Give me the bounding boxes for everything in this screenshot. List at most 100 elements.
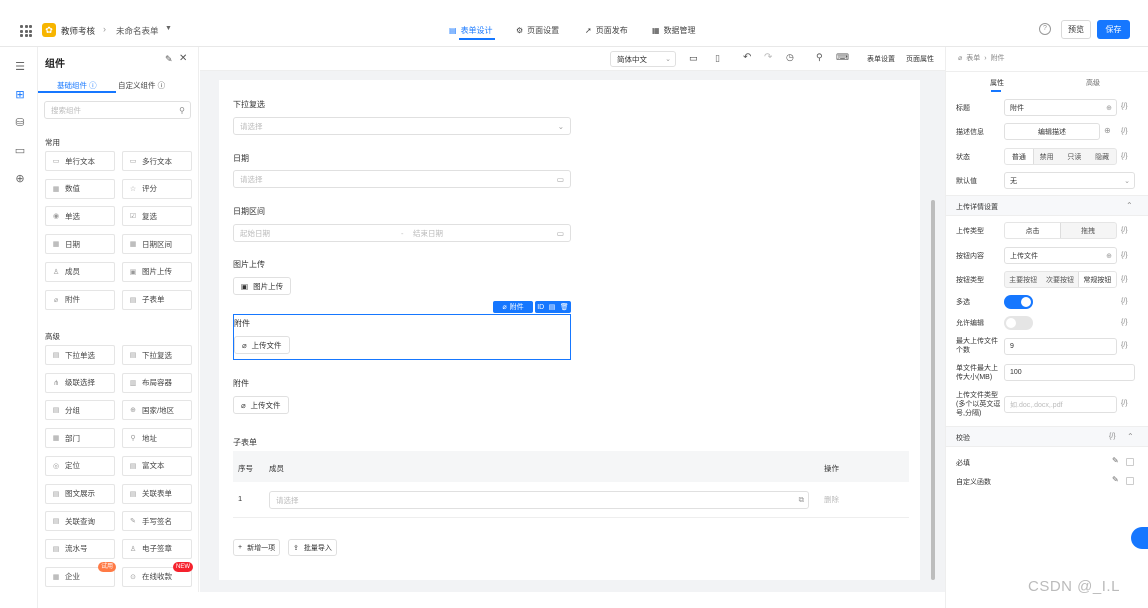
component-item[interactable]: ▤ 分组 — [45, 400, 115, 421]
tab-data-manage[interactable]: ▦ 数据管理 — [652, 25, 696, 36]
component-item[interactable]: ▣ 图片上传 — [122, 261, 192, 282]
component-item[interactable]: ⊕ 国家/地区 — [122, 400, 192, 421]
keyboard-icon[interactable]: ⌨ — [836, 52, 849, 63]
components-icon[interactable]: ⊞ — [14, 89, 26, 101]
language-select[interactable]: 简体中文 ⌄ — [610, 51, 676, 67]
fx-icon[interactable]: {/} — [1121, 276, 1128, 283]
history-icon[interactable]: ◷ — [786, 52, 794, 63]
component-item[interactable]: ▦ 数值 — [45, 178, 115, 199]
component-item[interactable]: ▤ 关联表单 — [122, 483, 192, 504]
tab-basic-components[interactable]: 基础组件 ⓘ — [57, 80, 97, 91]
state-disabled[interactable]: 禁用 — [1033, 149, 1061, 164]
fx-icon[interactable]: {/} — [1121, 153, 1128, 160]
close-icon[interactable]: ✕ — [179, 53, 187, 64]
tab-properties[interactable]: 属性 — [990, 78, 1004, 88]
batch-import-button[interactable]: ⇪ 批量导入 — [288, 539, 337, 556]
component-item[interactable]: ☆ 评分 — [122, 178, 192, 199]
edit-description-button[interactable]: 编辑描述 — [1004, 123, 1100, 140]
delete-icon[interactable]: 🗑 — [560, 303, 569, 311]
state-hidden[interactable]: 隐藏 — [1088, 149, 1116, 164]
edit-icon[interactable]: ✎ — [1112, 475, 1119, 484]
component-item[interactable]: ⋔ 级联选择 — [45, 372, 115, 393]
caret-down-icon[interactable]: ▼ — [165, 25, 172, 32]
fx-icon[interactable]: {/} — [1109, 433, 1116, 440]
help-icon[interactable]: ? — [1039, 23, 1051, 35]
component-item[interactable]: ▦ 企业 试用 — [45, 561, 116, 587]
upload-type-click[interactable]: 点击 — [1005, 223, 1061, 238]
pin-icon[interactable]: ✎ — [165, 54, 173, 65]
upload-type-drag[interactable]: 拖拽 — [1060, 223, 1116, 238]
component-item[interactable]: ⌀ 附件 — [45, 289, 115, 310]
save-button[interactable]: 保存 — [1097, 20, 1130, 39]
component-item[interactable]: ▦ 部门 — [45, 428, 115, 449]
fx-icon[interactable]: {/} — [1121, 227, 1128, 234]
form-name[interactable]: 未命名表单 — [116, 25, 159, 37]
fx-icon[interactable]: {/} — [1121, 298, 1128, 305]
desktop-view-icon[interactable]: ▭ — [689, 53, 698, 64]
component-item[interactable]: ▤ 下拉复选 — [122, 345, 192, 365]
fx-icon[interactable]: {/} — [1121, 400, 1128, 407]
section-header-validate[interactable]: 校验 {/} ⌃ — [946, 426, 1148, 447]
delete-row-link[interactable]: 删除 — [824, 494, 839, 505]
fx-icon[interactable]: {/} — [1121, 128, 1128, 135]
form-settings-link[interactable]: 表单设置 — [867, 54, 895, 64]
tab-page-settings[interactable]: ⚙ 页面设置 — [516, 25, 559, 36]
id-button[interactable]: ID — [537, 304, 544, 311]
component-item[interactable]: ▭ 多行文本 — [122, 151, 192, 171]
search-icon[interactable]: ⚲ — [816, 52, 823, 63]
required-checkbox[interactable] — [1126, 458, 1134, 466]
max-file-count-input[interactable]: 9 — [1004, 338, 1117, 355]
outline-icon[interactable]: ☰ — [14, 61, 26, 73]
attachment-upload-button[interactable]: ⌀ 上传文件 — [233, 396, 289, 414]
date-picker[interactable]: 请选择 ▭ — [233, 170, 571, 188]
tab-form-design[interactable]: ▤ 表单设计 — [449, 25, 493, 36]
component-item[interactable]: ⊙ 在线收款 NEW — [122, 561, 193, 587]
attachment-upload-button[interactable]: ⌀ 上传文件 — [234, 336, 290, 354]
component-item[interactable]: ▤ 流水号 — [45, 538, 115, 559]
fx-icon[interactable]: {/} — [1121, 103, 1128, 110]
add-row-button[interactable]: + 新增一项 — [233, 539, 281, 556]
button-type-normal[interactable]: 常规按钮 — [1078, 272, 1116, 287]
mobile-view-icon[interactable]: ▯ — [715, 53, 720, 64]
dropdown-multi-select[interactable]: 请选择 ⌄ — [233, 117, 571, 135]
component-item[interactable]: ☑ 复选 — [122, 206, 192, 227]
component-item[interactable]: ◎ 定位 — [45, 455, 115, 476]
fx-icon[interactable]: {/} — [1121, 252, 1128, 259]
date-range-picker[interactable]: 起始日期 - 结束日期 ▭ — [233, 224, 571, 242]
component-item[interactable]: ♙ 成员 — [45, 261, 115, 282]
component-search-input[interactable]: 搜索组件 ⚲ — [44, 101, 191, 119]
component-item[interactable]: ⚲ 地址 — [122, 428, 192, 449]
component-item[interactable]: ▭ 单行文本 — [45, 151, 115, 171]
tab-custom-components[interactable]: 自定义组件 ⓘ — [118, 80, 165, 91]
component-item[interactable]: ▤ 关联查询 — [45, 511, 115, 532]
state-readonly[interactable]: 只读 — [1061, 149, 1089, 164]
component-item[interactable]: ♙ 电子签章 — [122, 538, 192, 559]
component-item[interactable]: ▦ 日期区间 — [122, 234, 192, 255]
file-types-input[interactable]: 如.doc,.docx,.pdf — [1004, 396, 1117, 413]
edit-icon[interactable]: ✎ — [1112, 456, 1119, 465]
state-normal[interactable]: 普通 — [1005, 149, 1033, 164]
max-file-size-input[interactable]: 100 — [1004, 364, 1135, 381]
tab-page-publish[interactable]: ➚ 页面发布 — [585, 25, 628, 36]
component-item[interactable]: ▤ 下拉单选 — [45, 345, 115, 365]
floating-assistant-button[interactable] — [1131, 527, 1148, 549]
fx-icon[interactable]: {/} — [1121, 342, 1128, 349]
button-type-secondary[interactable]: 次要按钮 — [1041, 272, 1078, 287]
button-content-input[interactable]: 上传文件 ⊕ — [1004, 247, 1117, 264]
section-header-upload[interactable]: 上传详情设置 ⌃ — [946, 195, 1148, 216]
code-icon[interactable]: ▭ — [14, 145, 26, 157]
multi-select-toggle[interactable] — [1004, 295, 1033, 309]
component-item[interactable]: ▤ 图文展示 — [45, 483, 115, 504]
app-grid-icon[interactable] — [20, 25, 32, 37]
tab-advanced[interactable]: 高级 — [1086, 78, 1100, 88]
globe-icon[interactable]: ⊕ — [14, 173, 26, 185]
member-select[interactable]: 请选择 ⧉ — [269, 491, 809, 509]
selected-field-chip[interactable]: ⌀ 附件 — [493, 301, 533, 313]
page-props-link[interactable]: 页面属性 — [906, 54, 934, 64]
component-item[interactable]: ◉ 单选 — [45, 206, 115, 227]
canvas-scrollbar[interactable] — [931, 200, 935, 580]
preview-button[interactable]: 预览 — [1061, 20, 1091, 39]
component-item[interactable]: ▦ 日期 — [45, 234, 115, 255]
database-icon[interactable]: ⛁ — [14, 117, 26, 129]
component-item[interactable]: ▥ 布局容器 — [122, 372, 192, 393]
